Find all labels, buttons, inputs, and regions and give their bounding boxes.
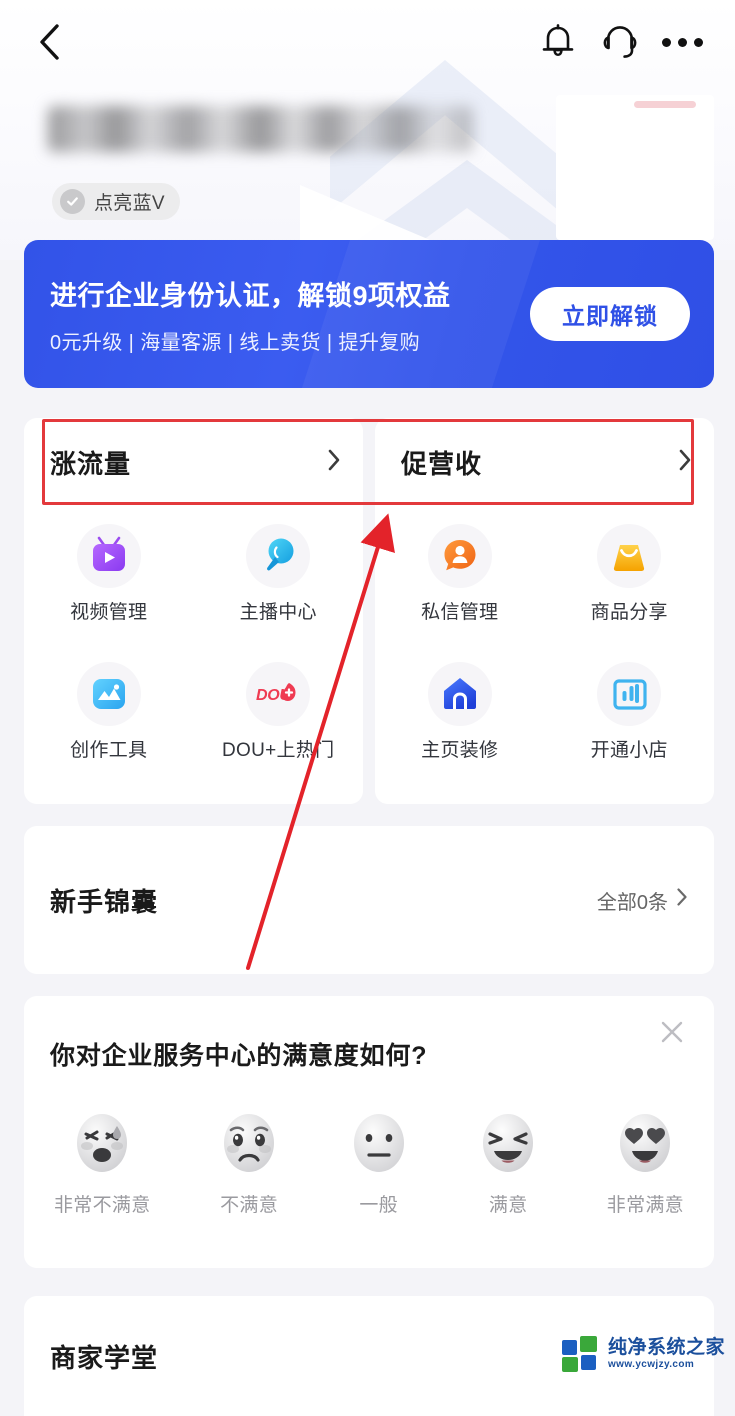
shopping-bag-icon	[597, 524, 662, 588]
angry-sweat-face-icon	[71, 1110, 133, 1176]
bell-icon	[542, 24, 574, 56]
watermark-logo-icon	[561, 1336, 600, 1372]
check-circle-icon	[60, 189, 85, 214]
panel-revenue-growth: 促营收 私信管理 商品分享 主页装修 开通小店	[375, 418, 714, 804]
hero-white-card	[556, 95, 714, 240]
grid-label: 视频管理	[70, 602, 148, 623]
novice-tips-card[interactable]: 新手锦囊 全部0条	[24, 826, 714, 974]
satisfaction-survey-card: 你对企业服务中心的满意度如何? 非常不满意 不满意 一般 满意 非常满意	[24, 996, 714, 1268]
panel-traffic-header[interactable]: 涨流量	[24, 418, 363, 506]
survey-option-neutral[interactable]: 一般	[348, 1110, 410, 1217]
survey-question: 你对企业服务中心的满意度如何?	[50, 1042, 428, 1070]
survey-option-label: 满意	[488, 1195, 528, 1216]
survey-rating-options: 非常不满意 不满意 一般 满意 非常满意	[50, 1072, 688, 1217]
grid-item-video-management[interactable]: 视频管理	[24, 516, 194, 652]
unlock-now-button[interactable]: 立即解锁	[530, 287, 690, 341]
grid-label: 创作工具	[70, 740, 148, 761]
chevron-right-icon	[676, 887, 688, 913]
neutral-face-icon	[348, 1110, 410, 1176]
novice-tips-view-all[interactable]: 全部0条	[597, 886, 688, 915]
more-options-button[interactable]	[651, 16, 713, 68]
hero-card-accent-bar	[634, 101, 696, 108]
promo-text-block: 进行企业身份认证，解锁9项权益 0元升级 | 海量客源 | 线上卖货 | 提升复…	[50, 274, 530, 355]
chevron-left-icon	[40, 24, 59, 60]
account-name-blurred	[48, 106, 473, 152]
more-dots-icon	[661, 37, 703, 47]
novice-tips-title: 新手锦囊	[50, 886, 159, 917]
top-navigation-bar	[0, 0, 735, 84]
certification-promo-banner[interactable]: 进行企业身份认证，解锁9项权益 0元升级 | 海量客源 | 线上卖货 | 提升复…	[24, 240, 714, 388]
notification-button[interactable]	[527, 16, 589, 68]
survey-option-dissatisfied[interactable]: 不满意	[218, 1110, 280, 1217]
chevron-right-icon	[678, 448, 692, 477]
survey-option-label: 非常不满意	[54, 1195, 151, 1216]
blue-v-badge[interactable]: 点亮蓝V	[52, 183, 180, 220]
novice-tips-count-label: 全部0条	[596, 891, 668, 914]
customer-support-button[interactable]	[589, 16, 651, 68]
watermark-url: www.ycwjzy.com	[607, 1359, 695, 1370]
chevron-right-icon	[327, 448, 341, 477]
survey-option-very-satisfied[interactable]: 非常满意	[607, 1110, 684, 1217]
panel-revenue-header[interactable]: 促营收	[375, 418, 714, 506]
panel-revenue-title: 促营收	[401, 448, 483, 479]
survey-option-label: 一般	[359, 1195, 398, 1216]
close-icon	[661, 1021, 683, 1043]
headset-icon	[603, 26, 637, 58]
grid-label: 私信管理	[421, 602, 499, 623]
heart-eyes-face-icon	[614, 1110, 676, 1176]
grid-item-anchor-center[interactable]: 主播中心	[194, 516, 364, 652]
grid-item-homepage-decoration[interactable]: 主页装修	[375, 654, 545, 790]
grid-item-product-share[interactable]: 商品分享	[545, 516, 715, 652]
survey-option-very-dissatisfied[interactable]: 非常不满意	[54, 1110, 151, 1217]
image-mountain-icon	[76, 662, 141, 726]
blue-v-label: 点亮蓝V	[94, 193, 165, 214]
survey-option-label: 非常满意	[606, 1195, 684, 1216]
grid-item-open-store[interactable]: 开通小店	[545, 654, 715, 790]
grid-label: 主播中心	[239, 602, 317, 623]
store-chart-icon	[597, 662, 662, 726]
mic-bubble-icon	[246, 524, 311, 588]
promo-title: 进行企业身份认证，解锁9项权益	[50, 280, 451, 311]
dou-plus-icon: DOU	[246, 662, 311, 726]
site-watermark: 纯净系统之家 www.ycwjzy.com	[561, 1336, 725, 1372]
grid-label: 开通小店	[590, 740, 668, 761]
watermark-text: 纯净系统之家 www.ycwjzy.com	[608, 1338, 725, 1370]
sad-face-icon	[218, 1110, 280, 1176]
tv-play-icon	[76, 524, 141, 588]
panel-revenue-grid: 私信管理 商品分享 主页装修 开通小店	[375, 506, 714, 804]
back-button[interactable]	[28, 20, 72, 64]
grid-item-creation-tools[interactable]: 创作工具	[24, 654, 194, 790]
panel-traffic-growth: 涨流量 视频管理 主播中心 创作工具 DOU DOU+上热门	[24, 418, 363, 804]
grid-item-dou-plus[interactable]: DOU DOU+上热门	[194, 654, 364, 790]
survey-option-label: 不满意	[220, 1195, 279, 1216]
person-bubble-icon	[427, 524, 492, 588]
grid-label: DOU+上热门	[222, 740, 335, 761]
promo-subtitle: 0元升级 | 海量客源 | 线上卖货 | 提升复购	[50, 331, 421, 354]
watermark-name: 纯净系统之家	[607, 1337, 725, 1358]
survey-option-satisfied[interactable]: 满意	[477, 1110, 539, 1217]
grid-label: 主页装修	[421, 740, 499, 761]
survey-close-button[interactable]	[652, 1012, 692, 1052]
grid-label: 商品分享	[590, 602, 668, 623]
grid-item-private-message[interactable]: 私信管理	[375, 516, 545, 652]
happy-face-icon	[477, 1110, 539, 1176]
home-icon	[427, 662, 492, 726]
panel-traffic-title: 涨流量	[50, 448, 132, 479]
feature-panels: 涨流量 视频管理 主播中心 创作工具 DOU DOU+上热门 促营收 私信管理 …	[24, 418, 714, 804]
panel-traffic-grid: 视频管理 主播中心 创作工具 DOU DOU+上热门	[24, 506, 363, 804]
